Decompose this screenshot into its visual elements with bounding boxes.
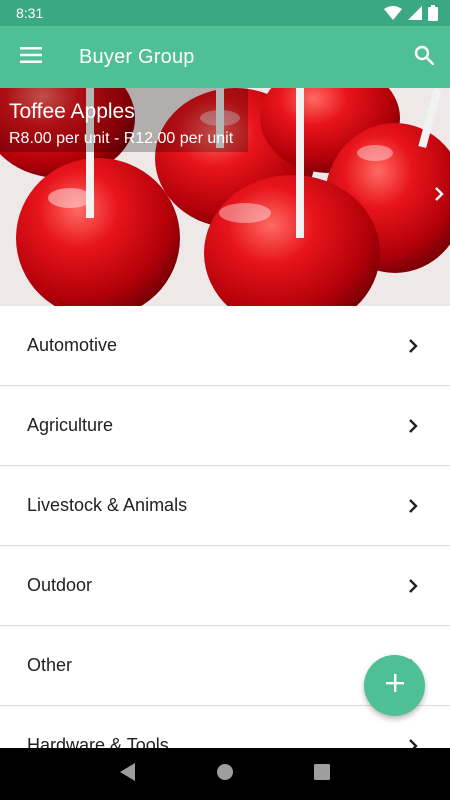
search-icon bbox=[414, 45, 435, 70]
plus-icon bbox=[385, 674, 404, 697]
battery-icon bbox=[428, 5, 438, 21]
recents-button[interactable] bbox=[302, 754, 342, 794]
banner-price: R8.00 per unit - R12.00 per unit bbox=[9, 130, 234, 147]
status-bar: 8:31 bbox=[0, 0, 450, 26]
menu-icon bbox=[20, 46, 42, 68]
category-item-automotive[interactable]: Automotive bbox=[0, 306, 450, 386]
search-button[interactable] bbox=[398, 26, 450, 88]
chevron-right-icon bbox=[408, 338, 418, 354]
category-label: Other bbox=[27, 655, 73, 675]
system-nav-bar bbox=[0, 748, 450, 800]
status-time: 8:31 bbox=[16, 5, 44, 21]
chevron-right-icon bbox=[408, 578, 418, 594]
back-button[interactable] bbox=[108, 754, 148, 794]
home-icon bbox=[216, 763, 234, 786]
category-item-livestock-animals[interactable]: Livestock & Animals bbox=[0, 466, 450, 546]
category-item-agriculture[interactable]: Agriculture bbox=[0, 386, 450, 466]
chevron-right-icon bbox=[408, 418, 418, 434]
chevron-right-icon[interactable] bbox=[434, 186, 444, 207]
category-item-outdoor[interactable]: Outdoor bbox=[0, 546, 450, 626]
add-button[interactable] bbox=[364, 655, 425, 716]
status-icons bbox=[384, 5, 438, 21]
wifi-icon bbox=[384, 6, 402, 20]
featured-banner[interactable]: Toffee Apples R8.00 per unit - R12.00 pe… bbox=[0, 88, 450, 306]
page-title: Buyer Group bbox=[79, 45, 195, 68]
recents-icon bbox=[313, 763, 330, 785]
category-label: Outdoor bbox=[27, 575, 93, 595]
category-label: Livestock & Animals bbox=[27, 495, 188, 515]
menu-button[interactable] bbox=[0, 26, 62, 88]
back-icon bbox=[120, 762, 136, 786]
category-label: Agriculture bbox=[27, 415, 114, 435]
chevron-right-icon bbox=[408, 738, 418, 748]
app-bar: Buyer Group bbox=[0, 26, 450, 88]
signal-icon bbox=[408, 6, 422, 20]
home-button[interactable] bbox=[205, 754, 245, 794]
category-label: Hardware & Tools bbox=[27, 735, 169, 748]
chevron-right-icon bbox=[408, 498, 418, 514]
category-label: Automotive bbox=[27, 335, 118, 355]
banner-title: Toffee Apples bbox=[9, 100, 135, 123]
